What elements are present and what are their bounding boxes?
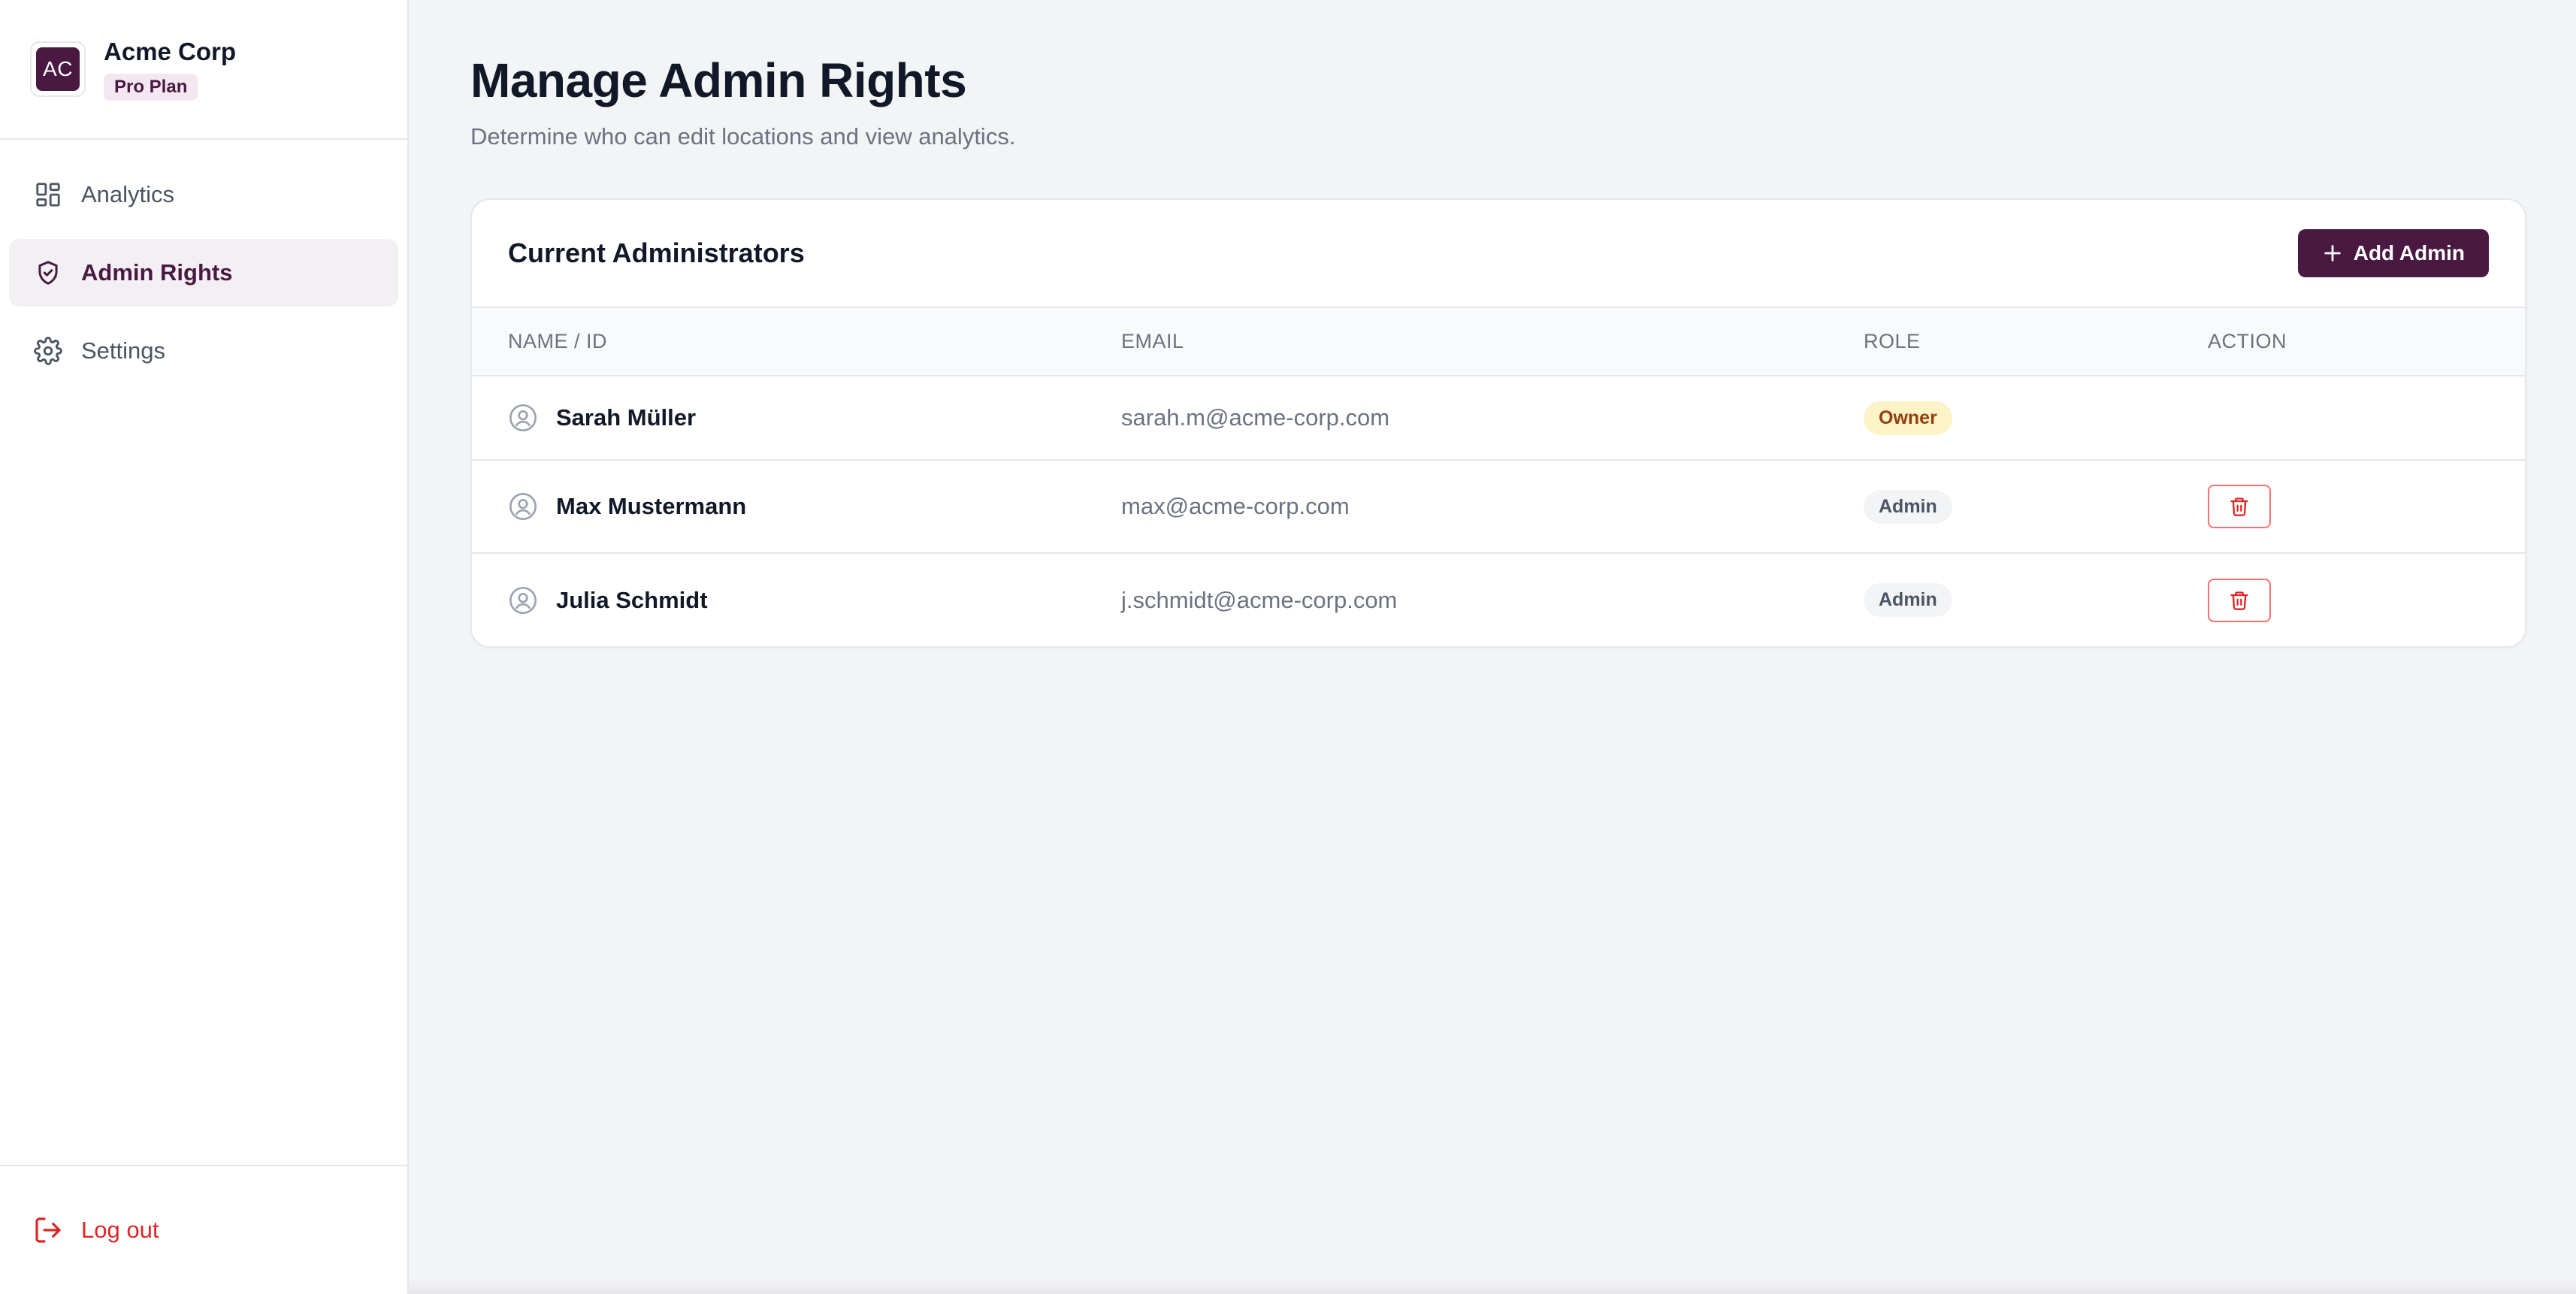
sidebar-item-label: Admin Rights bbox=[81, 259, 233, 286]
logout-label: Log out bbox=[81, 1217, 159, 1243]
sidebar: AC Acme Corp Pro Plan Analytics Admin Ri… bbox=[0, 0, 409, 1294]
name-cell: Max Mustermann bbox=[508, 491, 1121, 522]
sidebar-item-analytics[interactable]: Analytics bbox=[9, 161, 398, 228]
admin-name: Max Mustermann bbox=[556, 493, 747, 519]
sidebar-footer: Log out bbox=[0, 1165, 407, 1294]
add-admin-label: Add Admin bbox=[2353, 241, 2465, 265]
admin-email: sarah.m@acme-corp.com bbox=[1121, 404, 1390, 431]
card-header: Current Administrators Add Admin bbox=[472, 200, 2525, 308]
sidebar-item-admin-rights[interactable]: Admin Rights bbox=[9, 239, 398, 307]
admin-email: j.schmidt@acme-corp.com bbox=[1121, 586, 1398, 613]
plus-icon bbox=[2324, 245, 2341, 262]
brand-name: Acme Corp bbox=[104, 38, 237, 65]
main-content: Manage Admin Rights Determine who can ed… bbox=[409, 0, 2576, 1294]
user-circle-icon bbox=[508, 585, 538, 615]
admin-name: Sarah Müller bbox=[556, 404, 697, 431]
role-badge-admin: Admin bbox=[1864, 583, 1952, 617]
role-badge-owner: Owner bbox=[1864, 401, 1952, 435]
logout-button[interactable]: Log out bbox=[33, 1215, 159, 1245]
shield-check-icon bbox=[33, 258, 63, 288]
add-admin-button[interactable]: Add Admin bbox=[2297, 229, 2489, 277]
table-row: Sarah Müller sarah.m@acme-corp.com Owner bbox=[472, 376, 2525, 461]
sidebar-item-label: Settings bbox=[81, 337, 166, 364]
logout-icon bbox=[35, 1217, 61, 1243]
dashboard-grid-icon bbox=[33, 180, 63, 210]
name-cell: Sarah Müller bbox=[508, 403, 1121, 433]
brand-logo-initials: AC bbox=[36, 47, 80, 91]
column-header-email: EMAIL bbox=[1121, 308, 1864, 376]
card-title: Current Administrators bbox=[508, 237, 805, 268]
name-cell: Julia Schmidt bbox=[508, 585, 1121, 615]
user-circle-icon bbox=[508, 491, 538, 522]
gear-icon bbox=[33, 336, 63, 366]
column-header-action: ACTION bbox=[2208, 308, 2525, 376]
app-root: AC Acme Corp Pro Plan Analytics Admin Ri… bbox=[0, 0, 2576, 1294]
sidebar-item-settings[interactable]: Settings bbox=[9, 317, 398, 385]
plan-badge: Pro Plan bbox=[104, 74, 198, 101]
trash-icon bbox=[2230, 497, 2248, 516]
page-title: Manage Admin Rights bbox=[470, 53, 967, 107]
table-row: Max Mustermann max@acme-corp.com Admin bbox=[472, 460, 2525, 554]
action-cell-empty bbox=[2208, 376, 2525, 461]
column-header-name: NAME / ID bbox=[472, 308, 1121, 376]
role-badge-admin: Admin bbox=[1864, 489, 1952, 524]
brand-header: AC Acme Corp Pro Plan bbox=[0, 0, 407, 140]
sidebar-nav: Analytics Admin Rights Settings bbox=[0, 140, 407, 406]
admin-name: Julia Schmidt bbox=[556, 586, 708, 613]
brand-logo: AC bbox=[30, 41, 86, 97]
bottom-shadow bbox=[409, 1279, 2576, 1294]
administrators-card: Current Administrators Add Admin NAME / … bbox=[470, 198, 2526, 648]
table-row: Julia Schmidt j.schmidt@acme-corp.com Ad… bbox=[472, 553, 2525, 646]
admin-email: max@acme-corp.com bbox=[1121, 493, 1350, 519]
delete-admin-button[interactable] bbox=[2208, 578, 2271, 622]
user-circle-icon bbox=[508, 403, 538, 433]
column-header-role: ROLE bbox=[1864, 308, 2208, 376]
sidebar-item-label: Analytics bbox=[81, 181, 175, 207]
brand-text: Acme Corp Pro Plan bbox=[104, 38, 236, 101]
table-header-row: NAME / ID EMAIL ROLE ACTION bbox=[472, 308, 2525, 376]
page-subtitle: Determine who can edit locations and vie… bbox=[470, 123, 1016, 150]
delete-admin-button[interactable] bbox=[2208, 485, 2271, 528]
administrators-table: NAME / ID EMAIL ROLE ACTION Sarah Müller… bbox=[472, 308, 2525, 646]
trash-icon bbox=[2230, 591, 2248, 610]
